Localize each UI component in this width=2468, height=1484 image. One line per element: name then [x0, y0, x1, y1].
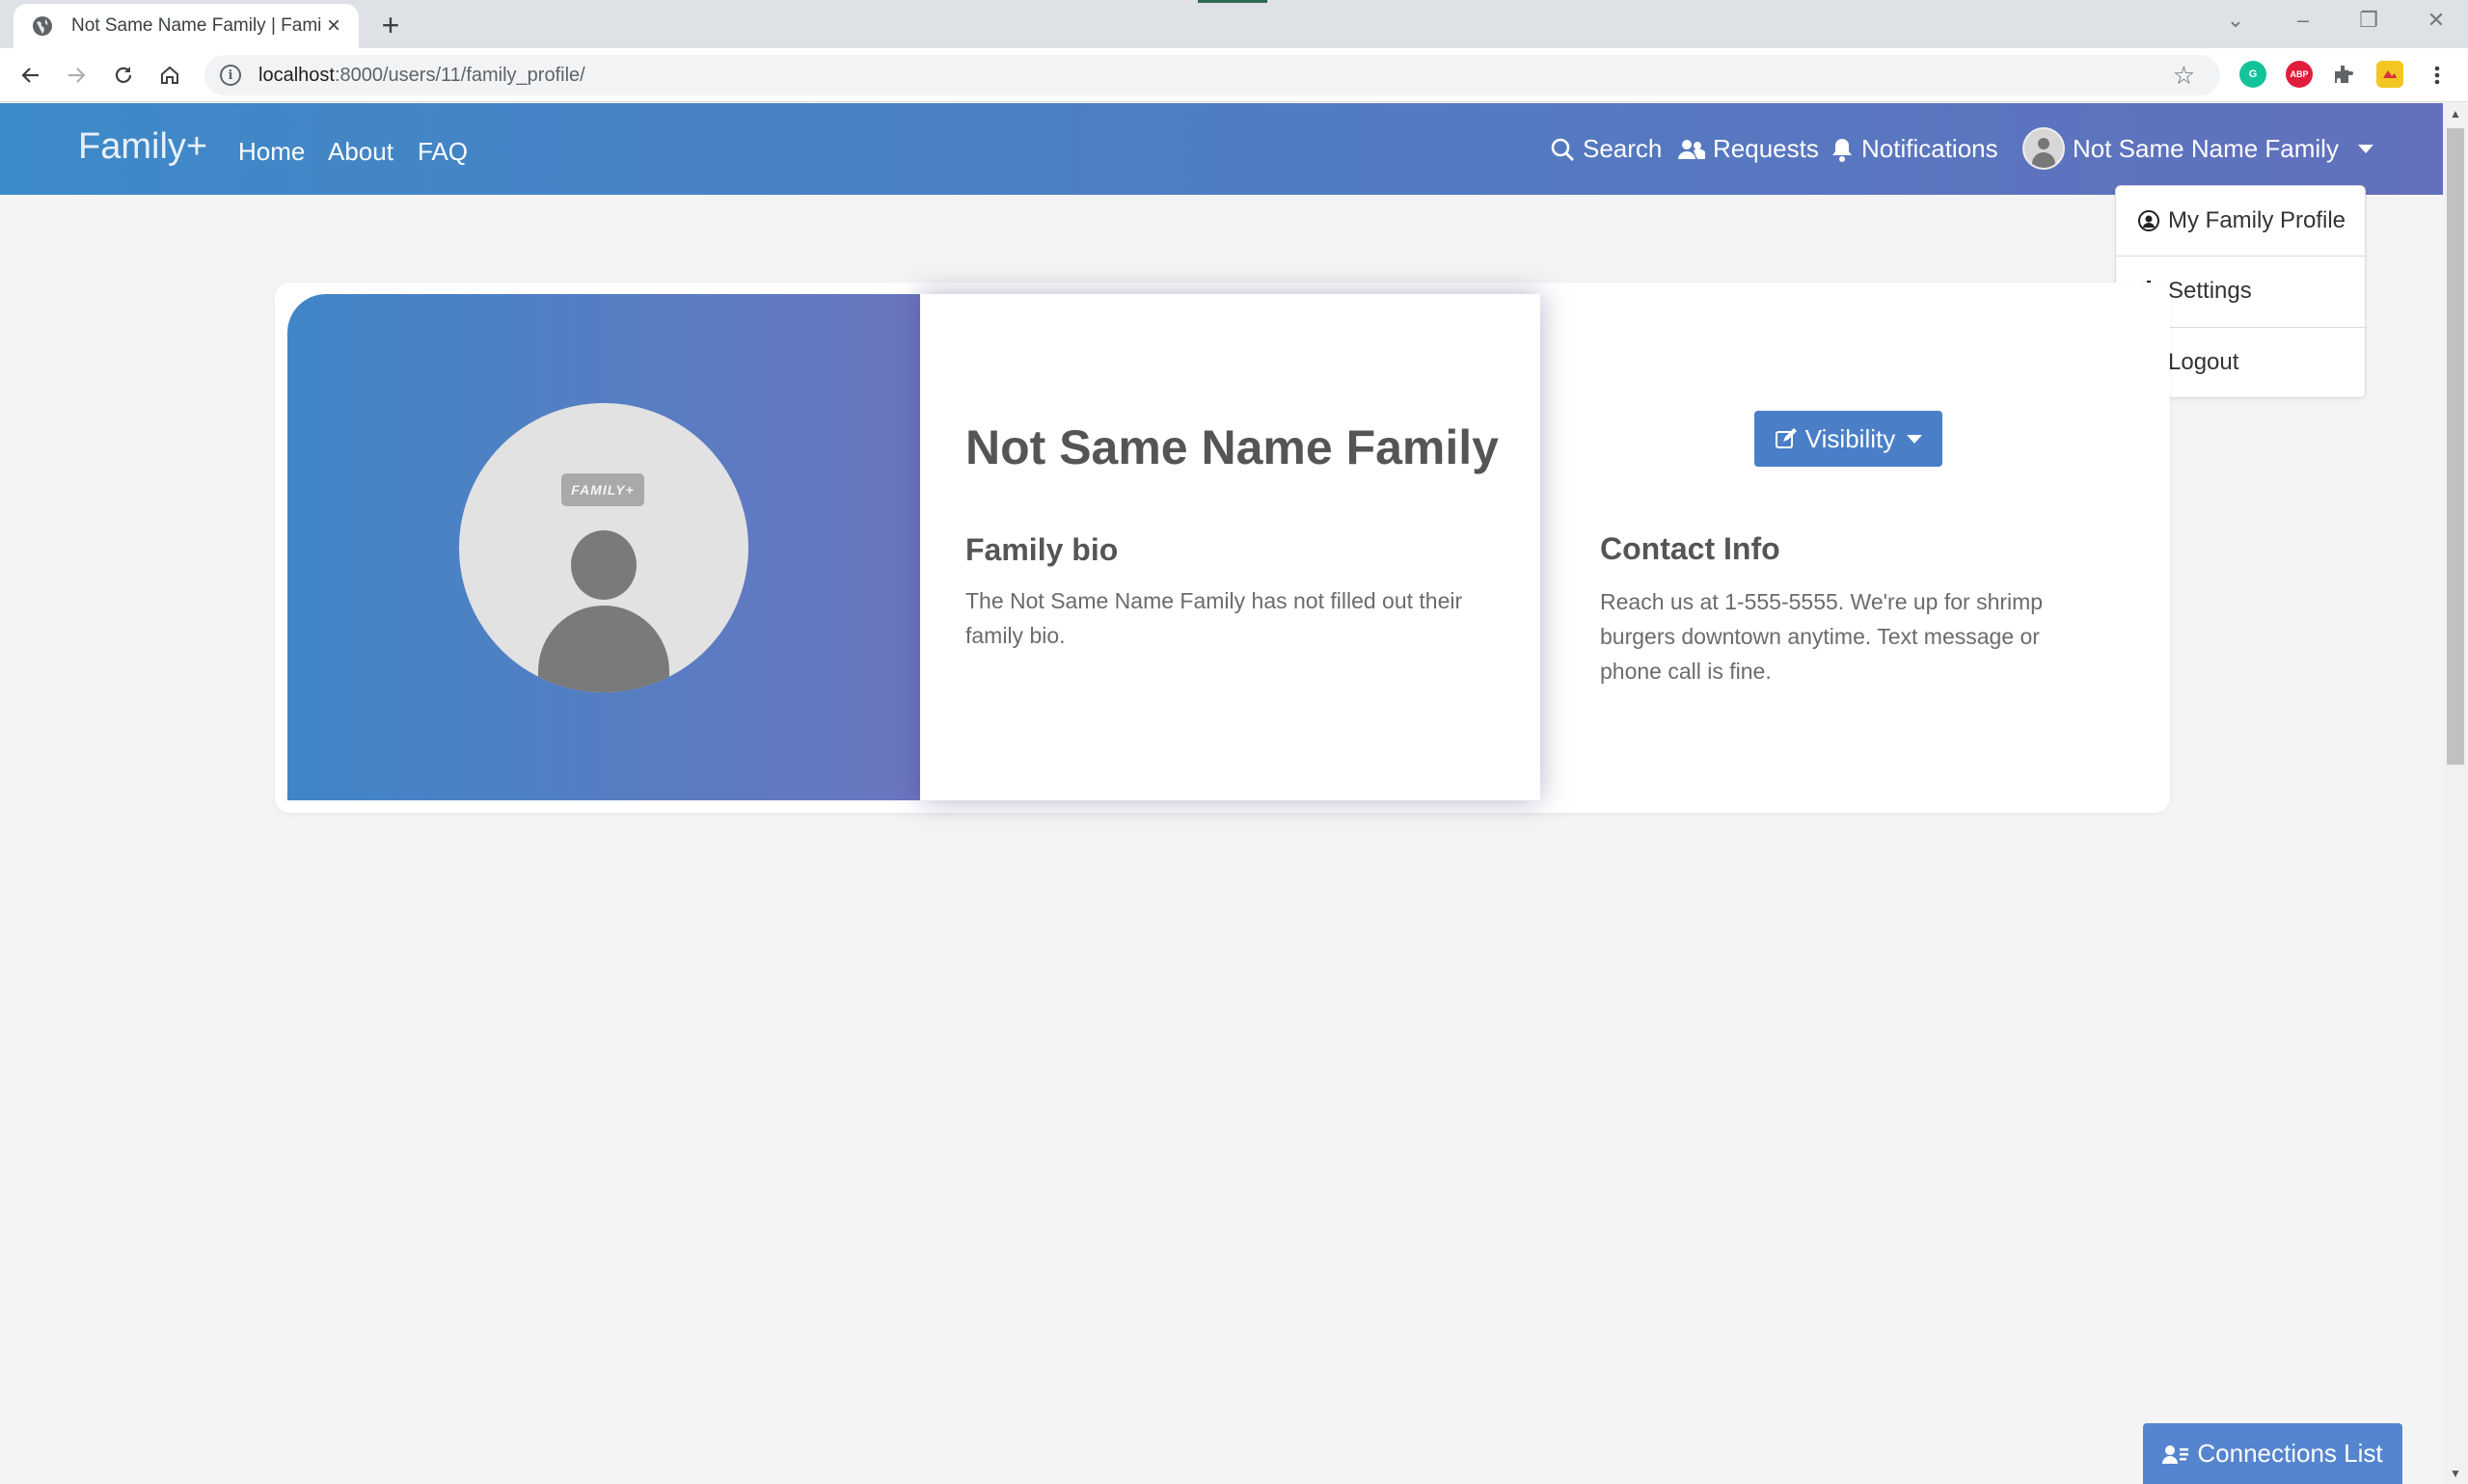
back-icon[interactable]: [16, 61, 45, 90]
nav-about[interactable]: About: [328, 137, 393, 167]
profile-main-panel: Not Same Name Family Family bio The Not …: [920, 294, 1540, 800]
family-bio-text: The Not Same Name Family has not filled …: [965, 588, 1463, 648]
scroll-up-icon[interactable]: ▲: [2443, 107, 2468, 121]
visibility-button[interactable]: Visibility: [1754, 411, 1942, 467]
users-icon: [1678, 139, 1705, 159]
tabstrip-accent: [1198, 0, 1267, 3]
nav-notifications[interactable]: Notifications: [1831, 134, 1998, 164]
nav-search[interactable]: Search: [1550, 134, 1662, 164]
tab-search-icon[interactable]: ⌄: [2216, 6, 2255, 35]
menu-item-my-family-profile[interactable]: My Family Profile: [2116, 186, 2367, 256]
contact-info-text: Reach us at 1-555-5555. We're up for shr…: [1600, 589, 2044, 684]
connections-list-label: Connections List: [2197, 1439, 2383, 1468]
adblock-plus-icon[interactable]: ABP: [2286, 61, 2313, 88]
nav-search-label: Search: [1583, 134, 1663, 163]
scrollbar-thumb[interactable]: [2447, 128, 2464, 765]
menu-item-label: My Family Profile: [2168, 207, 2346, 233]
bell-icon: [1832, 138, 1852, 162]
tab-title: Not Same Name Family | Family+: [71, 15, 322, 36]
user-name: Not Same Name Family: [2073, 133, 2339, 163]
caret-down-icon: [1907, 434, 1923, 444]
avatar-body: [538, 606, 669, 692]
home-icon[interactable]: [155, 61, 184, 90]
globe-icon: [33, 16, 52, 36]
restore-icon[interactable]: ❐: [2349, 6, 2388, 35]
extensions-puzzle-icon[interactable]: [2330, 61, 2357, 88]
search-icon: [1551, 138, 1574, 161]
bookmark-star-icon[interactable]: ☆: [2173, 63, 2195, 88]
connections-list-button[interactable]: Connections List: [2143, 1423, 2402, 1484]
family-avatar: FAMILY+: [459, 403, 748, 692]
nav-requests[interactable]: Requests: [1678, 134, 1819, 164]
contact-info-heading: Contact Info: [1600, 531, 1780, 566]
edit-icon: [1775, 428, 1797, 448]
caret-down-icon: [2357, 144, 2373, 153]
new-tab-icon[interactable]: +: [376, 10, 405, 40]
user-list-icon: [2162, 1444, 2189, 1464]
menu-item-label: Settings: [2168, 278, 2252, 304]
visibility-label: Visibility: [1804, 423, 1896, 453]
forward-icon[interactable]: [62, 61, 91, 90]
minimize-icon[interactable]: –: [2284, 6, 2322, 35]
scroll-down-icon[interactable]: ▼: [2443, 1467, 2468, 1480]
user-menu-toggle[interactable]: Not Same Name Family: [2022, 127, 2373, 170]
extension-custom-icon[interactable]: [2376, 61, 2403, 88]
site-navbar: Family+ Home About FAQ Search Requests N…: [0, 103, 2443, 195]
avatar: [2022, 127, 2065, 170]
address-bar[interactable]: i localhost:8000/users/11/family_profile…: [204, 55, 2220, 95]
page-scrollbar[interactable]: ▲ ▼: [2443, 103, 2468, 1484]
close-window-icon[interactable]: ✕: [2417, 6, 2455, 35]
avatar-tag: FAMILY+: [561, 473, 644, 506]
browser-menu-icon[interactable]: [2423, 61, 2452, 90]
tab-close-icon[interactable]: ×: [322, 14, 345, 38]
brand-logo[interactable]: Family+: [78, 126, 207, 168]
url-text: localhost:8000/users/11/family_profile/: [258, 64, 585, 86]
reload-icon[interactable]: [109, 61, 138, 90]
family-bio-heading: Family bio: [965, 532, 1119, 567]
user-circle-icon: [2138, 210, 2159, 231]
nav-home[interactable]: Home: [238, 137, 305, 167]
nav-notifications-label: Notifications: [1861, 134, 1998, 163]
browser-tabstrip: Not Same Name Family | Family+ × + ⌄ – ❐…: [0, 0, 2468, 48]
browser-toolbar: i localhost:8000/users/11/family_profile…: [0, 48, 2468, 102]
menu-item-label: Logout: [2168, 349, 2239, 375]
site-info-icon[interactable]: i: [220, 65, 241, 86]
page-title: Not Same Name Family: [965, 420, 1499, 474]
nav-faq[interactable]: FAQ: [418, 137, 468, 167]
browser-tab[interactable]: Not Same Name Family | Family+ ×: [14, 4, 359, 48]
grammarly-icon[interactable]: G: [2239, 61, 2266, 88]
nav-requests-label: Requests: [1713, 134, 1819, 163]
avatar-head: [571, 530, 637, 600]
